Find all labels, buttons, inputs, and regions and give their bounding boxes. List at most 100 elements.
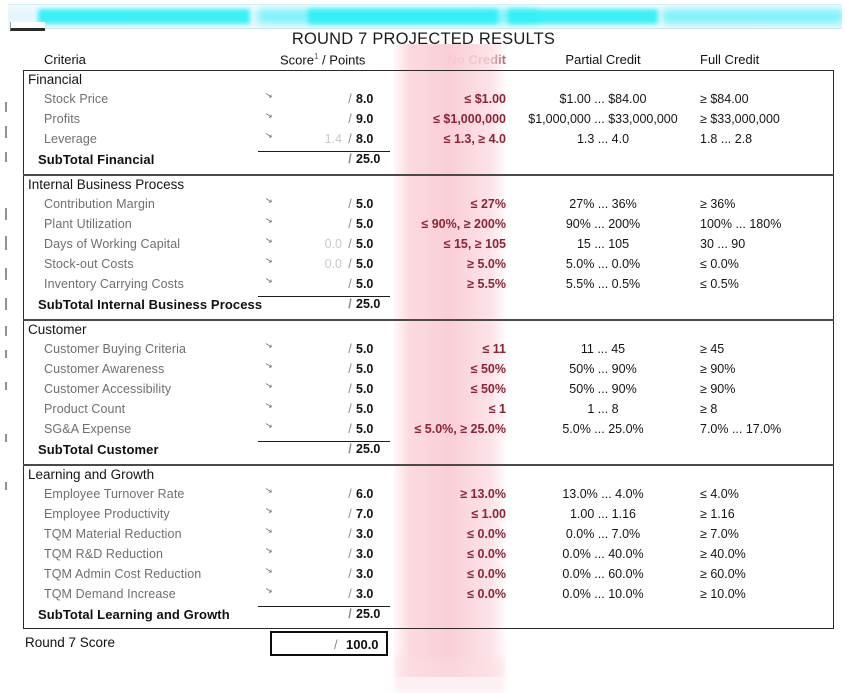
subtotal-row: SubTotal Internal Business Process / 25.0 <box>0 297 847 317</box>
partial-credit-range: 50% ... 90% <box>569 382 637 396</box>
section-title-financial: Financial <box>28 72 83 87</box>
criteria-label: Plant Utilization <box>44 217 132 231</box>
full-credit-range: ≥ 10.0% <box>700 587 746 601</box>
full-credit-range: ≥ $84.00 <box>700 92 749 106</box>
margin-tick-5 <box>5 236 7 250</box>
no-credit-range: ≤ 50% <box>470 362 506 376</box>
column-header-score-label: Score <box>280 52 314 68</box>
total-points-value: 100.0 <box>346 637 379 652</box>
partial-credit-range: 0.0% ... 40.0% <box>562 547 644 561</box>
partial-credit-range: 27% ... 36% <box>569 197 637 211</box>
no-credit-range: ≤ 1 <box>488 402 506 416</box>
criteria-label: TQM Material Reduction <box>44 527 182 541</box>
no-credit-range: ≤ 15, ≥ 105 <box>443 237 506 251</box>
partial-credit-range: 0.0% ... 7.0% <box>565 527 641 541</box>
criteria-label: TQM R&D Reduction <box>44 547 164 561</box>
no-credit-range: ≥ 5.5% <box>467 277 506 291</box>
full-credit-range: ≥ 1.16 <box>700 507 735 521</box>
table-row: ↘ TQM Demand Increase/3.0 ≤ 0.0% 0.0% ... 1… <box>0 584 847 607</box>
row-annotation-icon: ↘ <box>263 419 274 431</box>
redaction-block-5 <box>663 9 842 24</box>
subtotal-points: 25.0 <box>356 607 381 621</box>
partial-credit-range: 11 ... 45 <box>580 342 626 356</box>
score-slash: / <box>348 197 352 211</box>
no-credit-range: ≤ 0.0% <box>467 547 506 561</box>
margin-tick-8 <box>5 326 7 336</box>
full-credit-range: 7.0% ... 17.0% <box>700 422 782 436</box>
partial-credit-range: 1.3 ... 4.0 <box>576 132 630 146</box>
criteria-label: Stock-out Costs <box>44 257 134 271</box>
table-row: ↘ Customer Awareness/5.0 ≤ 50% 50% ... 90% ≥… <box>0 359 847 382</box>
table-row: ↘ Contribution Margin/5.0 ≤ 27% 27% ... 36%… <box>0 194 847 217</box>
criteria-label: Inventory Carrying Costs <box>44 277 184 291</box>
score-slash: / <box>348 362 352 376</box>
score-slash: / <box>348 112 352 126</box>
total-score-row: Round 7 Score / 100.0 <box>0 631 847 657</box>
score-footnote-marker: 1 <box>313 52 319 61</box>
criteria-label: Customer Awareness <box>44 362 165 376</box>
full-credit-range: ≥ $33,000,000 <box>700 112 780 126</box>
score-slash: / <box>348 132 352 146</box>
no-credit-range: ≤ 0.0% <box>467 567 506 581</box>
no-credit-range: ≤ 27% <box>470 197 506 211</box>
score-slash: / <box>348 342 352 356</box>
criteria-label: Stock Price <box>44 92 109 106</box>
full-credit-range: ≥ 90% <box>700 362 736 376</box>
subtotal-slash: / <box>348 607 352 621</box>
table-row: ↘ TQM R&D Reduction/3.0 ≤ 0.0% 0.0% ... 40.… <box>0 544 847 567</box>
no-credit-range: ≥ 13.0% <box>460 487 506 501</box>
criteria-label: Customer Buying Criteria <box>44 342 187 356</box>
column-header-no-credit: No Credit <box>447 52 507 67</box>
margin-tick-7 <box>5 298 7 310</box>
partial-credit-range: $1.00 ... $84.00 <box>559 92 647 106</box>
row-annotation-icon: ↘ <box>263 359 274 371</box>
full-credit-range: ≤ 0.5% <box>700 277 739 291</box>
total-score-slash: / <box>334 637 338 652</box>
score-slash: / <box>348 382 352 396</box>
subtotal-slash: / <box>348 152 352 166</box>
row-annotation-icon: ↘ <box>263 89 274 101</box>
subtotal-row: SubTotal Financial / 25.0 <box>0 152 847 172</box>
column-header-score-points: Score1 / Points <box>280 52 365 67</box>
no-credit-range: ≤ 0.0% <box>467 587 506 601</box>
margin-tick-6 <box>5 268 7 280</box>
subtotal-points: 25.0 <box>356 297 381 311</box>
column-header-slash: / <box>322 52 326 68</box>
no-credit-range: ≤ $1.00 <box>464 92 506 106</box>
no-credit-range: ≤ 0.0% <box>467 527 506 541</box>
redaction-block-1 <box>38 9 250 24</box>
margin-tick-2 <box>5 126 7 138</box>
score-slash: / <box>348 402 352 416</box>
criteria-label: Product Count <box>44 402 126 416</box>
subtotal-label: SubTotal Financial <box>38 152 155 167</box>
table-row: ↘ Customer Accessibility/5.0 ≤ 50% 50% ... … <box>0 379 847 402</box>
no-credit-range: ≤ 1.00 <box>471 507 506 521</box>
table-row: ↘ Stock-out Costs 0.0/5.0 ≥ 5.0% 5.0% ... 0.… <box>0 254 847 277</box>
section-title-internal-business-process: Internal Business Process <box>28 177 185 192</box>
no-credit-range: ≥ 5.0% <box>467 257 506 271</box>
criteria-label: TQM Admin Cost Reduction <box>44 567 202 581</box>
redacted-toolbar[interactable] <box>8 4 842 29</box>
partial-credit-range: 0.0% ... 60.0% <box>562 567 644 581</box>
score-slash: / <box>348 587 352 601</box>
redaction-block-4 <box>508 9 658 24</box>
table-row: ↘ Customer Buying Criteria/5.0 ≤ 11 11 ... … <box>0 339 847 362</box>
score-value: 0.0 <box>324 237 342 251</box>
score-value: 1.4 <box>324 132 342 146</box>
subtotal-points: 25.0 <box>356 442 381 456</box>
subtotal-label: SubTotal Learning and Growth <box>38 607 230 622</box>
column-header-criteria: Criteria <box>44 52 86 67</box>
subtotal-row: SubTotal Customer / 25.0 <box>0 442 847 462</box>
table-row: ↘ Product Count/5.0 ≤ 11 ... 8 ≥ 8 <box>0 399 847 422</box>
total-score-box[interactable]: / 100.0 <box>270 631 388 656</box>
table-row: ↘ SG&A Expense/5.0 ≤ 5.0%, ≥ 25.0% 5.0% ...… <box>0 419 847 442</box>
full-credit-range: ≥ 36% <box>700 197 736 211</box>
score-slash: / <box>348 527 352 541</box>
score-slash: / <box>348 487 352 501</box>
subtotal-label: SubTotal Internal Business Process <box>38 297 263 312</box>
score-slash: / <box>348 257 352 271</box>
row-annotation-icon: ↘ <box>263 379 274 391</box>
section-divider <box>23 174 834 176</box>
full-credit-range: 30 ... 90 <box>700 237 746 251</box>
column-header-partial-credit: Partial Credit <box>565 52 641 67</box>
